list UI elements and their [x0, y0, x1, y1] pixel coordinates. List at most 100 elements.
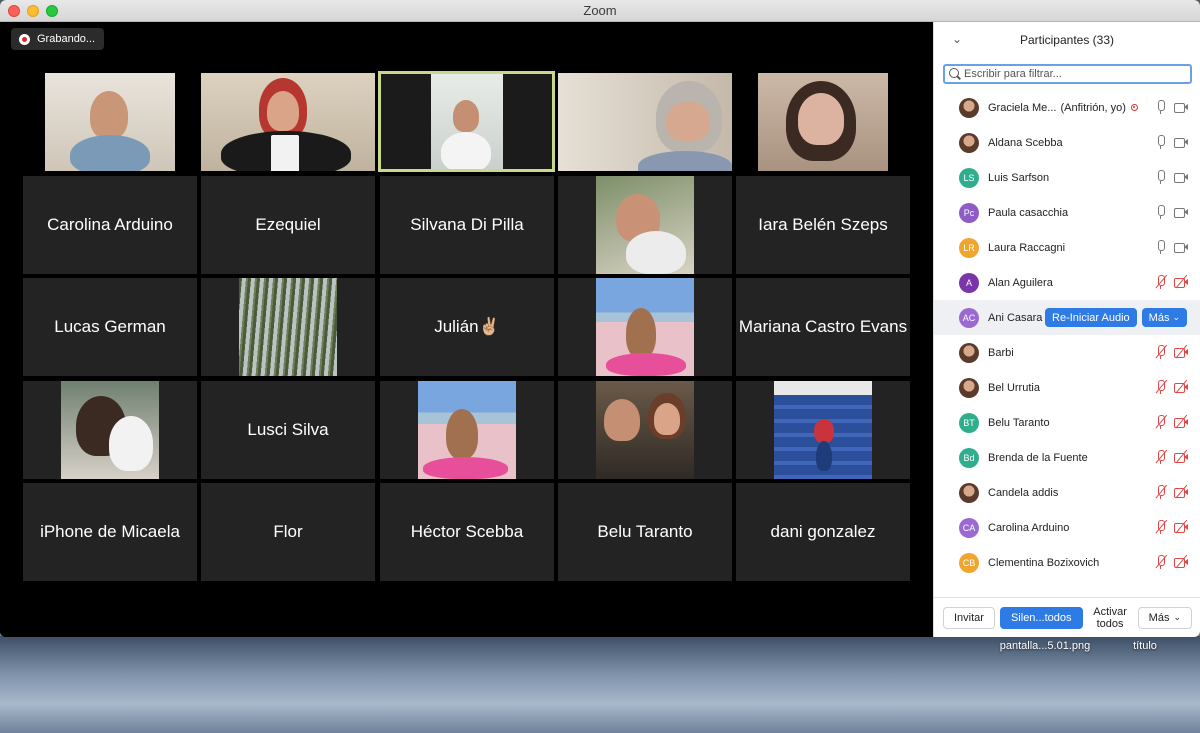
profile-picture [61, 381, 159, 479]
mic-icon[interactable] [1156, 205, 1165, 219]
maximize-window-button[interactable] [46, 5, 58, 17]
more-options-button[interactable]: Más ⌄ [1137, 606, 1192, 629]
name-tile[interactable]: Julián✌🏼 [380, 278, 554, 376]
camera-icon[interactable] [1174, 137, 1188, 148]
record-icon [19, 33, 30, 45]
invite-button[interactable]: Invitar [943, 606, 995, 629]
mic-muted-icon[interactable] [1155, 379, 1168, 394]
participant-row[interactable]: Candela addis [934, 475, 1200, 510]
name-tile[interactable]: Flor [201, 483, 375, 581]
recording-indicator[interactable]: Grabando... [11, 28, 105, 50]
participant-list: Graciela Me... (Anfitrión, yo) Aldana Sceb… [934, 90, 1200, 588]
participant-name: dani gonzalez [770, 522, 876, 541]
mic-muted-icon[interactable] [1155, 274, 1168, 289]
profile-photo-tile[interactable] [23, 381, 197, 479]
camera-off-icon[interactable] [1174, 554, 1188, 569]
name-tile[interactable]: Silvana Di Pilla [380, 176, 554, 274]
close-window-button[interactable] [8, 5, 20, 17]
desktop-file-untitled[interactable]: título [1110, 640, 1180, 652]
camera-icon[interactable] [1174, 172, 1188, 183]
mute-all-button[interactable]: Silen...todos [999, 606, 1083, 629]
filter-input[interactable] [964, 68, 1190, 80]
camera-icon[interactable] [1174, 207, 1188, 218]
name-tile[interactable]: Lusci Silva [201, 381, 375, 479]
participant-row[interactable]: Barbi [934, 335, 1200, 370]
participant-row[interactable]: LR Laura Raccagni [934, 230, 1200, 265]
name-tile[interactable]: Mariana Castro Evans [736, 278, 910, 376]
participant-row[interactable]: CA Carolina Arduino [934, 510, 1200, 545]
video-tile[interactable] [558, 73, 732, 171]
desktop-file-label: título [1133, 640, 1157, 652]
participant-name-text: Barbi [988, 346, 1014, 359]
profile-photo-tile[interactable] [736, 381, 910, 479]
mic-icon[interactable] [1156, 240, 1165, 254]
video-tile[interactable] [23, 73, 197, 171]
camera-off-icon[interactable] [1174, 414, 1188, 429]
participant-row[interactable]: AC Ani Casara Re-Iniciar Audio Más ⌄ [934, 300, 1200, 335]
video-tile-active-speaker[interactable] [378, 71, 555, 172]
participant-row[interactable]: Bel Urrutia [934, 370, 1200, 405]
name-tile[interactable]: Iara Belén Szeps [736, 176, 910, 274]
desktop-file-screenshot[interactable]: pantalla...5.01.png [995, 640, 1095, 652]
camera-off-icon[interactable] [1174, 274, 1188, 289]
participant-row[interactable]: Aldana Scebba [934, 125, 1200, 160]
camera-icon[interactable] [1174, 102, 1188, 113]
mic-icon[interactable] [1156, 170, 1165, 184]
camera-off-icon[interactable] [1174, 379, 1188, 394]
minimize-window-button[interactable] [27, 5, 39, 17]
unmute-all-button[interactable]: Activar todos [1087, 606, 1133, 630]
mic-muted-icon[interactable] [1155, 449, 1168, 464]
title-bar[interactable]: Zoom [0, 0, 1200, 22]
name-tile[interactable]: Ezequiel [201, 176, 375, 274]
profile-photo-tile[interactable] [380, 381, 554, 479]
avatar: LS [959, 167, 979, 188]
profile-photo-tile[interactable] [558, 381, 732, 479]
avatar [959, 132, 979, 153]
name-tile[interactable]: iPhone de Micaela [23, 483, 197, 581]
participant-name: Lucas German [54, 317, 166, 336]
mic-muted-icon[interactable] [1155, 414, 1168, 429]
participant-row[interactable]: BT Belu Taranto [934, 405, 1200, 440]
profile-picture [596, 278, 694, 376]
name-tile[interactable]: Belu Taranto [558, 483, 732, 581]
camera-off-icon[interactable] [1174, 344, 1188, 359]
participant-row[interactable]: CB Clementina Bozixovich [934, 545, 1200, 580]
participant-name-text: Alan Aguilera [988, 276, 1053, 289]
restart-audio-button[interactable]: Re-Iniciar Audio [1045, 308, 1137, 327]
more-button[interactable]: Más ⌄ [1141, 308, 1187, 327]
profile-picture [239, 278, 337, 376]
mic-muted-icon[interactable] [1155, 344, 1168, 359]
name-tile[interactable]: dani gonzalez [736, 483, 910, 581]
participant-name: Silvana Di Pilla [410, 215, 524, 234]
camera-off-icon[interactable] [1174, 484, 1188, 499]
video-tile[interactable] [201, 73, 375, 171]
mic-muted-icon[interactable] [1155, 554, 1168, 569]
participant-row[interactable]: LS Luis Sarfson [934, 160, 1200, 195]
participant-row[interactable]: Bd Brenda de la Fuente [934, 440, 1200, 475]
profile-photo-tile[interactable] [558, 176, 732, 274]
name-tile[interactable]: Carolina Arduino [23, 176, 197, 274]
participant-row[interactable]: Pc Paula casacchia [934, 195, 1200, 230]
mic-muted-icon[interactable] [1155, 519, 1168, 534]
mic-icon[interactable] [1156, 100, 1165, 114]
name-tile[interactable]: Héctor Scebba [380, 483, 554, 581]
name-tile[interactable]: Lucas German [23, 278, 197, 376]
participant-video [45, 73, 175, 171]
chevron-down-icon[interactable]: ⌄ [952, 32, 962, 46]
avatar: CA [959, 517, 979, 538]
participant-name: Mariana Castro Evans [738, 317, 908, 336]
mic-icon[interactable] [1156, 135, 1165, 149]
media-status [1156, 205, 1188, 219]
participant-row[interactable]: A Alan Aguilera [934, 265, 1200, 300]
camera-off-icon[interactable] [1174, 519, 1188, 534]
participant-row[interactable]: Graciela Me... (Anfitrión, yo) [934, 90, 1200, 125]
participant-name-text: Carolina Arduino [988, 521, 1070, 534]
profile-photo-tile[interactable] [201, 278, 375, 376]
camera-icon[interactable] [1174, 242, 1188, 253]
camera-off-icon[interactable] [1174, 449, 1188, 464]
video-tile[interactable] [736, 73, 910, 171]
participant-name-text: Clementina Bozixovich [988, 556, 1100, 569]
participant-name-text: Ani Casara [988, 311, 1043, 324]
mic-muted-icon[interactable] [1155, 484, 1168, 499]
profile-photo-tile[interactable] [558, 278, 732, 376]
